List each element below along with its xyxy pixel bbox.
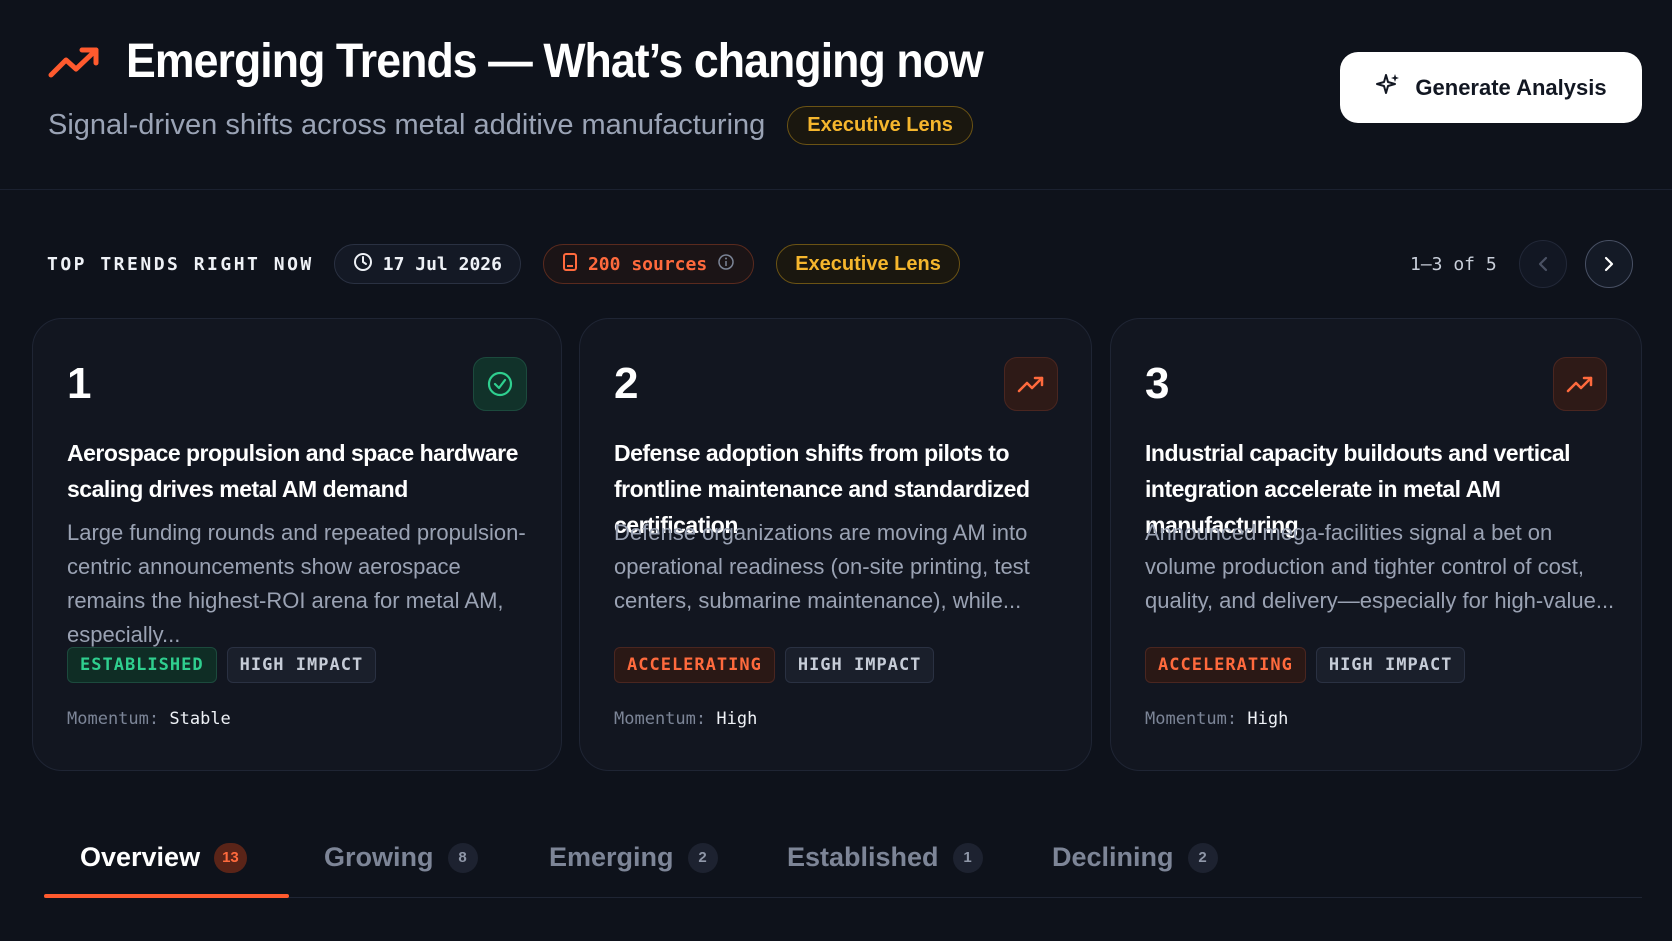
card-description: Announced mega-facilities signal a bet o… [1145, 520, 1615, 613]
page-title: Emerging Trends — What’s changing now [126, 35, 984, 88]
tab-growing[interactable]: Growing 8 [324, 842, 478, 873]
executive-lens-badge[interactable]: Executive Lens [787, 106, 973, 145]
momentum-value: High [716, 709, 758, 729]
top-trends-toolbar: TOP TRENDS RIGHT NOW 17 Jul 2026 200 sou… [47, 244, 960, 284]
tab-emerging[interactable]: Emerging 2 [549, 842, 718, 873]
pagination-text: 1–3 of 5 [1410, 253, 1497, 275]
active-tab-indicator [44, 894, 289, 898]
tab-label: Established [787, 842, 939, 872]
impact-badge: HIGH IMPACT [784, 647, 935, 683]
card-number: 3 [1145, 359, 1170, 408]
generate-analysis-button[interactable]: Generate Analysis [1340, 52, 1642, 123]
chevron-left-icon [1538, 256, 1547, 272]
trend-card-2[interactable]: 2 Defense adoption shifts from pilots to… [579, 318, 1092, 771]
tab-count: 1 [952, 842, 983, 873]
status-badge: ACCELERATING [614, 647, 775, 683]
card-description: Defense organizations are moving AM into… [614, 520, 1030, 613]
trending-up-icon [48, 42, 104, 82]
card-badges: ACCELERATING HIGH IMPACT [614, 647, 935, 683]
section-label: TOP TRENDS RIGHT NOW [47, 253, 314, 275]
impact-badge: HIGH IMPACT [1315, 647, 1466, 683]
momentum-label: Momentum: [614, 709, 707, 729]
trend-card-1[interactable]: 1 Aerospace propulsion and space hardwar… [32, 318, 562, 771]
subtitle-row: Signal-driven shifts across metal additi… [48, 106, 973, 145]
impact-badge: HIGH IMPACT [226, 647, 377, 683]
card-title: Aerospace propulsion and space hardware … [67, 440, 518, 502]
clock-icon [353, 252, 373, 277]
trend-card-3[interactable]: 3 Industrial capacity buildouts and vert… [1110, 318, 1642, 771]
tab-label: Emerging [549, 842, 674, 872]
sources-chip[interactable]: 200 sources [542, 244, 755, 284]
momentum-value: Stable [169, 709, 231, 729]
card-description: Large funding rounds and repeated propul… [67, 520, 526, 647]
card-badges: ESTABLISHED HIGH IMPACT [67, 647, 377, 683]
document-icon [562, 252, 578, 277]
executive-lens-chip[interactable]: Executive Lens [776, 244, 960, 284]
page-header: Emerging Trends — What’s changing now Si… [0, 0, 1672, 190]
date-text: 17 Jul 2026 [382, 253, 502, 275]
sources-text: 200 sources [587, 253, 708, 275]
tab-label: Declining [1052, 842, 1174, 872]
tab-label: Overview [80, 842, 201, 872]
generate-analysis-label: Generate Analysis [1415, 74, 1607, 100]
momentum: Momentum: High [1145, 709, 1288, 729]
date-chip[interactable]: 17 Jul 2026 [333, 244, 521, 284]
tab-count: 2 [1187, 842, 1218, 873]
tab-bar: Overview 13 Growing 8 Emerging 2 Establi… [44, 826, 1642, 898]
status-badge: ACCELERATING [1145, 647, 1306, 683]
chevron-right-icon [1604, 256, 1613, 272]
tab-declining[interactable]: Declining 2 [1052, 842, 1218, 873]
trending-up-icon [1553, 357, 1607, 411]
check-circle-icon [473, 357, 527, 411]
card-number: 2 [614, 359, 639, 408]
info-icon[interactable] [717, 253, 735, 276]
tab-count: 8 [447, 842, 478, 873]
page-subtitle: Signal-driven shifts across metal additi… [48, 109, 766, 141]
status-badge: ESTABLISHED [67, 647, 217, 683]
momentum: Momentum: Stable [67, 709, 231, 729]
trending-up-icon [1004, 357, 1058, 411]
momentum-value: High [1247, 709, 1289, 729]
previous-page-button[interactable] [1518, 240, 1567, 288]
momentum: Momentum: High [614, 709, 757, 729]
card-badges: ACCELERATING HIGH IMPACT [1145, 647, 1466, 683]
tab-overview[interactable]: Overview 13 [80, 842, 247, 873]
momentum-label: Momentum: [1145, 709, 1238, 729]
card-number: 1 [67, 359, 92, 408]
title-row: Emerging Trends — What’s changing now [48, 34, 1047, 89]
momentum-label: Momentum: [67, 709, 160, 729]
tab-established[interactable]: Established 1 [787, 842, 983, 873]
next-page-button[interactable] [1584, 240, 1633, 288]
tab-label: Growing [324, 842, 434, 872]
tab-count: 13 [214, 842, 247, 873]
pagination: 1–3 of 5 [1410, 240, 1633, 288]
sparkles-icon [1375, 72, 1401, 104]
tab-count: 2 [687, 842, 718, 873]
